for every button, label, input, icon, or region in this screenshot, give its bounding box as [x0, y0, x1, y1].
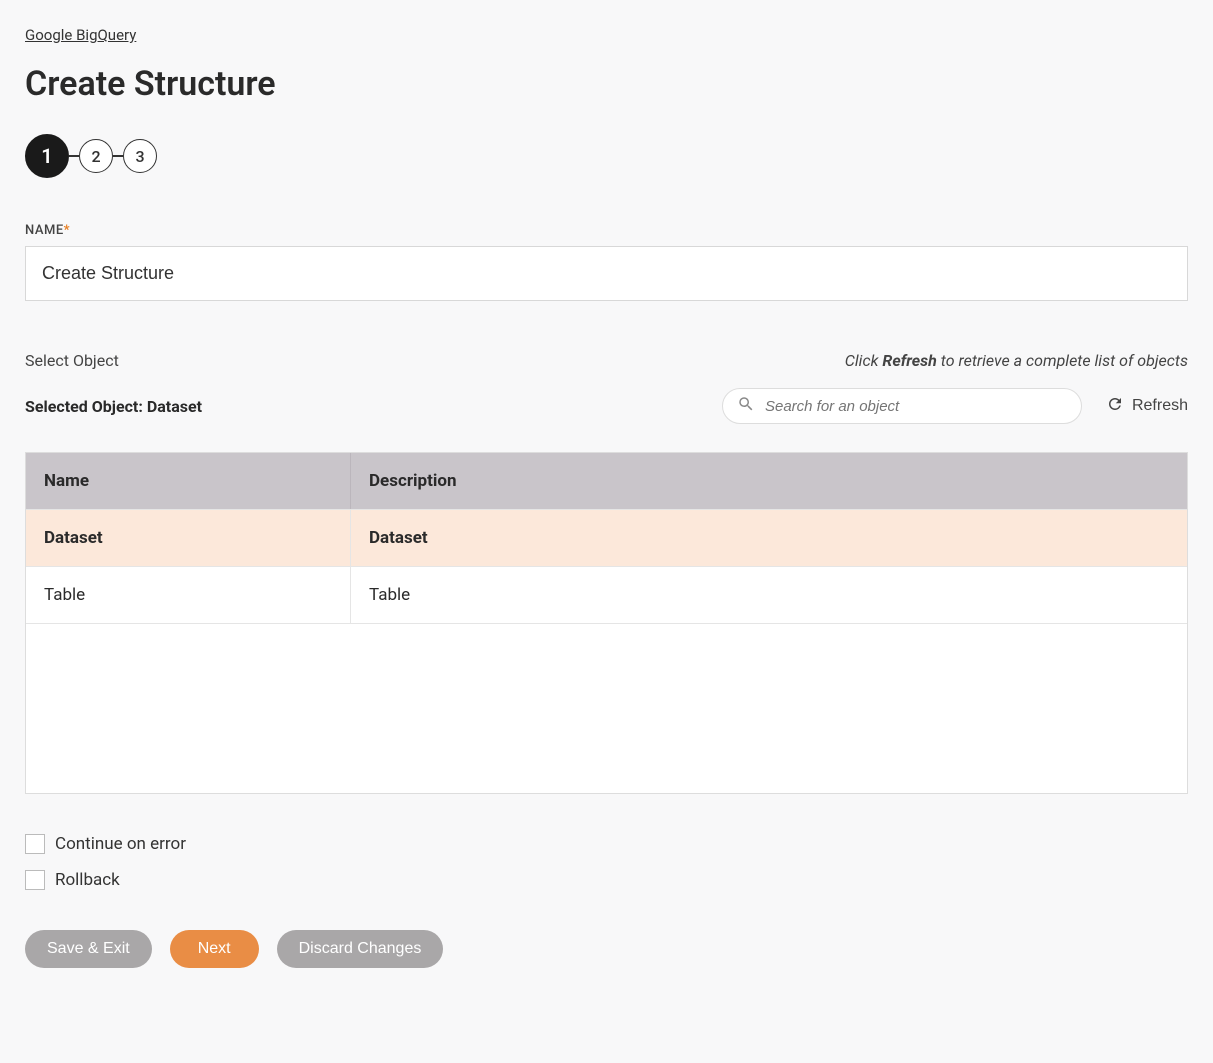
- name-field-label: NAME*: [25, 223, 1188, 238]
- table-header: Name Description: [26, 453, 1187, 509]
- step-1[interactable]: 1: [25, 134, 69, 178]
- stepper: 1 2 3: [25, 134, 1188, 178]
- search-wrapper[interactable]: [722, 388, 1082, 424]
- table-row[interactable]: Table Table: [26, 566, 1187, 623]
- table-empty-space: [26, 623, 1187, 793]
- selected-object-label: Selected Object: Dataset: [25, 397, 202, 416]
- rollback-label: Rollback: [55, 870, 120, 890]
- refresh-button-label: Refresh: [1132, 397, 1188, 415]
- rollback-checkbox[interactable]: [25, 870, 45, 890]
- name-input[interactable]: [25, 246, 1188, 301]
- step-connector: [69, 155, 79, 157]
- discard-button[interactable]: Discard Changes: [277, 930, 444, 968]
- step-connector: [113, 155, 123, 157]
- refresh-hint: Click Refresh to retrieve a complete lis…: [845, 351, 1188, 370]
- page-title: Create Structure: [25, 64, 1188, 104]
- breadcrumb-link[interactable]: Google BigQuery: [25, 26, 136, 44]
- continue-on-error-label: Continue on error: [55, 834, 186, 854]
- table-row[interactable]: Dataset Dataset: [26, 509, 1187, 566]
- cell-description: Dataset: [351, 510, 1187, 566]
- refresh-icon: [1106, 395, 1124, 418]
- cell-name: Dataset: [26, 510, 351, 566]
- step-2[interactable]: 2: [79, 139, 113, 173]
- object-table: Name Description Dataset Dataset Table T…: [25, 452, 1188, 794]
- continue-on-error-checkbox[interactable]: [25, 834, 45, 854]
- step-3[interactable]: 3: [123, 139, 157, 173]
- search-input[interactable]: [755, 398, 1067, 415]
- save-exit-button[interactable]: Save & Exit: [25, 930, 152, 968]
- required-asterisk: *: [64, 223, 70, 238]
- cell-description: Table: [351, 567, 1187, 623]
- col-header-name: Name: [26, 453, 351, 509]
- refresh-button[interactable]: Refresh: [1106, 395, 1188, 418]
- search-icon: [737, 395, 755, 417]
- next-button[interactable]: Next: [170, 930, 259, 968]
- col-header-description: Description: [351, 453, 1187, 509]
- select-object-label: Select Object: [25, 351, 119, 370]
- cell-name: Table: [26, 567, 351, 623]
